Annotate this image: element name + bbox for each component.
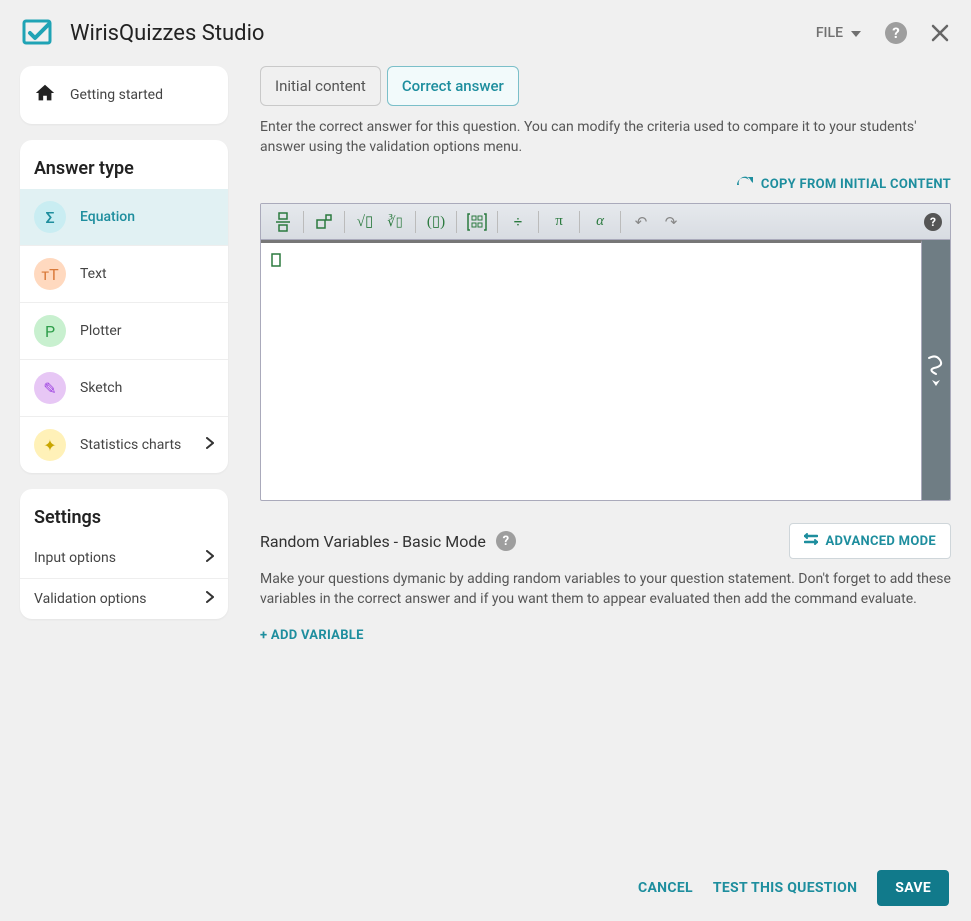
- sidebar: Getting started Answer type Σ Equation тT T…: [20, 66, 228, 643]
- redo-arrow-icon: [735, 175, 753, 193]
- tool-redo-icon[interactable]: ↷: [657, 208, 685, 236]
- sketch-icon: ✎: [34, 372, 66, 404]
- sidebar-getting-started-label: Getting started: [70, 87, 163, 103]
- toolbar-separator: [344, 211, 345, 233]
- advanced-mode-label: ADVANCED MODE: [826, 534, 936, 549]
- cancel-button[interactable]: CANCEL: [638, 880, 693, 896]
- svg-text:?: ?: [892, 24, 899, 42]
- plotter-icon: P: [34, 315, 66, 347]
- answer-type-statistics-charts[interactable]: ✦ Statistics charts: [20, 417, 228, 473]
- random-variables-title: Random Variables - Basic Mode ?: [260, 531, 516, 551]
- home-icon: [34, 82, 56, 108]
- toolbar-separator: [620, 211, 621, 233]
- settings-item-label: Input options: [34, 550, 116, 566]
- settings-item-label: Validation options: [34, 591, 146, 607]
- handwriting-icon: [926, 352, 946, 388]
- tool-matrix-icon[interactable]: [463, 208, 491, 236]
- close-icon[interactable]: [931, 24, 949, 42]
- toolbar-separator: [538, 211, 539, 233]
- empty-placeholder-icon: [271, 253, 281, 267]
- add-variable-button[interactable]: + ADD VARIABLE: [260, 628, 364, 643]
- answer-type-label: Text: [80, 266, 107, 282]
- answer-type-sketch[interactable]: ✎ Sketch: [20, 360, 228, 417]
- answer-type-label: Statistics charts: [80, 437, 181, 453]
- tool-divide-icon[interactable]: ÷: [504, 208, 532, 236]
- toolbar-separator: [497, 211, 498, 233]
- answer-type-label: Sketch: [80, 380, 122, 396]
- tool-superscript-icon[interactable]: [310, 208, 338, 236]
- tool-nthroot-icon[interactable]: ∛▯: [381, 208, 409, 236]
- copy-label: COPY FROM INITIAL CONTENT: [761, 177, 951, 192]
- app-title: WirisQuizzes Studio: [70, 21, 816, 46]
- equation-editor: √▯ ∛▯ (▯) ÷ π α ↶ ↷ ?: [260, 203, 951, 501]
- tab-description: Enter the correct answer for this questi…: [260, 118, 951, 157]
- answer-type-label: Plotter: [80, 323, 122, 339]
- chevron-right-icon: [206, 550, 214, 566]
- file-menu[interactable]: FILE: [816, 25, 861, 41]
- tab-correct-answer[interactable]: Correct answer: [387, 66, 519, 106]
- topbar: WirisQuizzes Studio FILE ?: [0, 0, 971, 66]
- help-icon[interactable]: ?: [885, 22, 907, 44]
- test-question-button[interactable]: TEST THIS QUESTION: [713, 880, 857, 896]
- answer-type-plotter[interactable]: P Plotter: [20, 303, 228, 360]
- settings-header: Settings: [20, 489, 228, 538]
- save-button[interactable]: SAVE: [877, 870, 949, 906]
- footer: CANCEL TEST THIS QUESTION SAVE: [0, 855, 971, 921]
- random-variables-title-text: Random Variables - Basic Mode: [260, 532, 486, 551]
- chevron-right-icon: [206, 437, 214, 453]
- tool-parentheses-icon[interactable]: (▯): [422, 208, 450, 236]
- editor-toolbar: √▯ ∛▯ (▯) ÷ π α ↶ ↷ ?: [261, 204, 950, 240]
- handwriting-toggle[interactable]: [922, 240, 950, 500]
- app-logo-icon: [22, 17, 54, 49]
- tool-sqrt-icon[interactable]: √▯: [351, 208, 379, 236]
- tool-fraction-icon[interactable]: [269, 208, 297, 236]
- toolbar-separator: [415, 211, 416, 233]
- answer-type-header: Answer type: [20, 140, 228, 189]
- svg-text:?: ?: [930, 215, 936, 229]
- answer-type-equation[interactable]: Σ Equation: [20, 189, 228, 246]
- text-icon: тT: [34, 258, 66, 290]
- editor-help-icon[interactable]: ?: [924, 213, 942, 231]
- caret-down-icon: [851, 25, 861, 41]
- random-variables-help-icon[interactable]: ?: [496, 531, 516, 551]
- copy-from-initial-button[interactable]: COPY FROM INITIAL CONTENT: [735, 175, 951, 193]
- answer-type-text[interactable]: тT Text: [20, 246, 228, 303]
- toolbar-separator: [579, 211, 580, 233]
- settings-input-options[interactable]: Input options: [20, 538, 228, 579]
- main-panel: Initial contentCorrect answer Enter the …: [260, 66, 951, 643]
- sidebar-getting-started[interactable]: Getting started: [20, 66, 228, 124]
- advanced-mode-icon: [804, 532, 818, 550]
- file-menu-label: FILE: [816, 25, 843, 41]
- tool-alpha-icon[interactable]: α: [586, 208, 614, 236]
- editor-canvas[interactable]: [261, 240, 922, 500]
- tool-pi-icon[interactable]: π: [545, 208, 573, 236]
- tabs: Initial contentCorrect answer: [260, 66, 951, 106]
- chevron-right-icon: [206, 591, 214, 607]
- statistics-charts-icon: ✦: [34, 429, 66, 461]
- settings-validation-options[interactable]: Validation options: [20, 579, 228, 619]
- toolbar-separator: [456, 211, 457, 233]
- tab-initial-content[interactable]: Initial content: [260, 66, 381, 106]
- advanced-mode-button[interactable]: ADVANCED MODE: [789, 523, 951, 559]
- answer-type-label: Equation: [80, 209, 135, 225]
- toolbar-separator: [303, 211, 304, 233]
- equation-icon: Σ: [34, 201, 66, 233]
- random-variables-desc: Make your questions dymanic by adding ra…: [260, 569, 951, 610]
- tool-undo-icon[interactable]: ↶: [627, 208, 655, 236]
